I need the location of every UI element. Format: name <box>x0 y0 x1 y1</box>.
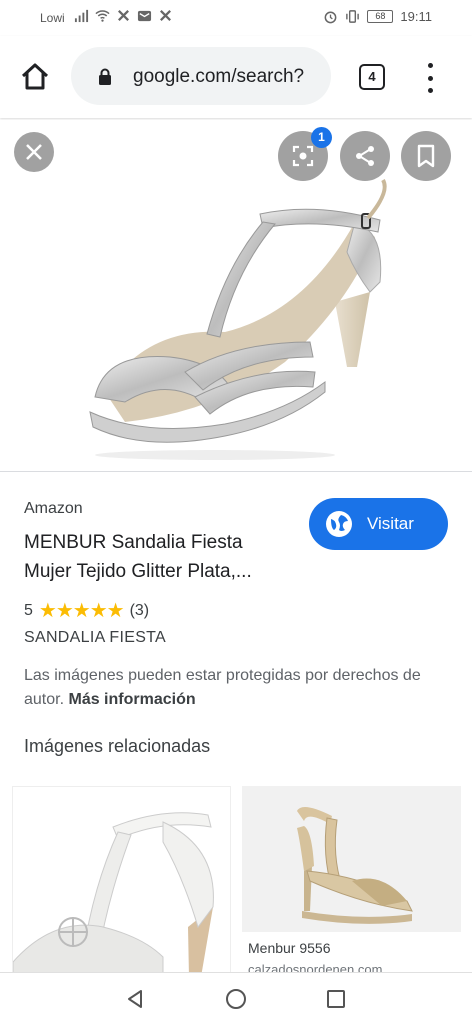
globe-icon <box>326 511 352 537</box>
rating-count: (3) <box>129 601 150 619</box>
mail-icon <box>137 10 152 22</box>
carrier-label: Lowi <box>40 11 65 25</box>
copyright-notice: Las imágenes pueden estar protegidas por… <box>24 664 444 712</box>
related-thumbnail-1 <box>13 812 214 975</box>
lens-badge: 1 <box>311 127 332 148</box>
lens-icon <box>292 145 314 167</box>
share-icon <box>356 146 374 166</box>
category-label: SANDALIA FIESTA <box>24 629 167 646</box>
rating-value: 5 <box>24 601 33 619</box>
tab-switcher-button[interactable]: 4 <box>359 64 385 90</box>
image-preview: 1 <box>0 120 472 472</box>
related-heading: Imágenes relacionadas <box>24 736 211 756</box>
close-button[interactable] <box>14 132 54 172</box>
alarm-icon <box>325 11 337 24</box>
clock: 19:11 <box>400 9 432 24</box>
related-thumbnail-2 <box>297 807 413 924</box>
visit-button[interactable]: Visitar <box>309 498 448 550</box>
notification-icon <box>160 10 171 21</box>
home-circle-icon[interactable] <box>225 988 247 1010</box>
more-info-link[interactable]: Más información <box>68 691 195 708</box>
address-bar[interactable]: google.com/search? <box>71 47 331 105</box>
related-image-2[interactable] <box>242 786 461 932</box>
related-caption-2[interactable]: Menbur 9556 <box>248 940 331 956</box>
system-navigation-bar <box>0 972 472 1024</box>
share-button[interactable] <box>340 131 390 181</box>
overflow-menu-icon[interactable] <box>421 63 439 93</box>
bookmark-icon <box>417 144 435 168</box>
rating: 5 ★★★★★ (3) <box>24 598 149 623</box>
notification-icon <box>118 10 129 21</box>
status-right: 68 19:11 <box>323 9 432 24</box>
wifi-icon <box>95 10 110 22</box>
star-rating-icon: ★★★★★ <box>38 600 125 622</box>
battery-indicator: 68 <box>367 10 394 23</box>
save-button[interactable] <box>401 131 451 181</box>
signal-icon <box>74 9 89 23</box>
vibrate-icon <box>346 10 360 23</box>
home-icon[interactable] <box>18 60 52 94</box>
lock-icon <box>99 68 111 85</box>
status-icons <box>74 8 173 23</box>
url-text[interactable]: google.com/search? <box>133 66 304 88</box>
status-bar: Lowi 68 19:11 <box>0 0 472 36</box>
close-icon <box>26 144 42 160</box>
browser-toolbar: google.com/search? 4 <box>0 36 472 118</box>
source-label[interactable]: Amazon <box>24 500 83 518</box>
related-image-1[interactable] <box>12 786 231 976</box>
product-image <box>89 178 387 460</box>
back-icon[interactable] <box>124 988 146 1010</box>
recent-apps-icon[interactable] <box>326 989 346 1009</box>
visit-label: Visitar <box>367 514 414 533</box>
result-title[interactable]: MENBUR Sandalia Fiesta Mujer Tejido Glit… <box>24 528 294 586</box>
